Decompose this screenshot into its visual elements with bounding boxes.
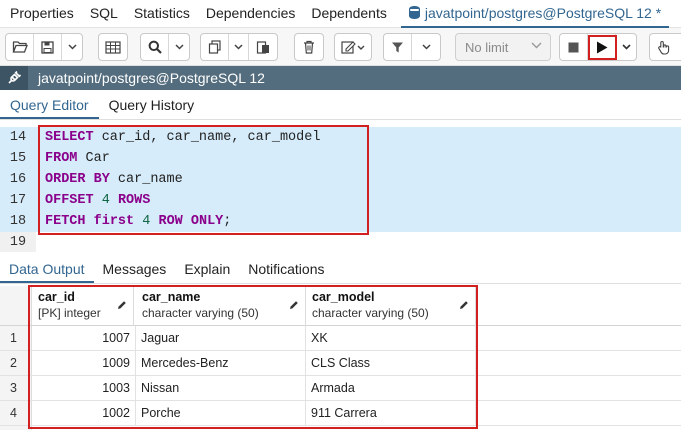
line-number: 16 — [9, 172, 27, 187]
paste-icon — [256, 41, 269, 54]
database-icon — [408, 6, 420, 19]
chevron-down-icon — [174, 44, 184, 50]
tab-messages[interactable]: Messages — [94, 261, 176, 283]
chevron-down-icon — [531, 42, 542, 49]
sql-highlight-box — [38, 125, 369, 235]
open-file-button[interactable] — [6, 34, 34, 60]
output-tabs: Data Output Messages Explain Notificatio… — [0, 258, 681, 284]
find-options-dropdown[interactable] — [169, 34, 189, 60]
tab-query-tool-label: javatpoint/postgres@PostgreSQL 12 * — [424, 4, 662, 21]
stop-icon — [568, 42, 579, 52]
chevron-down-icon — [67, 44, 77, 50]
file-group — [5, 33, 83, 61]
tab-query-history[interactable]: Query History — [99, 97, 205, 119]
paste-button[interactable] — [249, 34, 277, 60]
execute-options-dropdown[interactable] — [616, 34, 636, 60]
chevron-down-icon — [621, 44, 631, 50]
save-options-dropdown[interactable] — [62, 34, 82, 60]
results-highlight-box — [28, 285, 478, 429]
hand-pointer-icon — [658, 40, 670, 55]
edit-button[interactable] — [335, 34, 371, 60]
tab-dependencies[interactable]: Dependencies — [198, 0, 304, 28]
macro-group — [649, 33, 681, 61]
edit-data-button[interactable] — [99, 34, 127, 60]
folder-open-icon — [12, 41, 28, 53]
floppy-icon — [41, 40, 54, 54]
macro-button[interactable] — [650, 34, 678, 60]
panel-tabs: Properties SQL Statistics Dependencies D… — [0, 0, 681, 28]
code-line[interactable]: 19 — [0, 232, 681, 253]
chevron-down-icon — [421, 44, 431, 50]
query-toolbar: No limit — [0, 28, 681, 66]
filter-group — [383, 33, 441, 61]
copy-icon — [208, 40, 221, 54]
find-group — [140, 33, 190, 61]
tab-query-tool[interactable]: javatpoint/postgres@PostgreSQL 12 * — [400, 0, 670, 28]
tab-notifications[interactable]: Notifications — [239, 261, 333, 283]
execute-highlight-box — [588, 35, 617, 60]
plug-icon — [8, 70, 22, 84]
tab-properties[interactable]: Properties — [0, 0, 82, 28]
filter-button[interactable] — [384, 34, 412, 60]
trash-icon — [304, 40, 314, 54]
tab-data-output[interactable]: Data Output — [0, 261, 94, 283]
tab-statistics[interactable]: Statistics — [126, 0, 198, 28]
save-button[interactable] — [34, 34, 62, 60]
copy-options-dropdown[interactable] — [229, 34, 249, 60]
table-grid-icon — [105, 40, 121, 54]
editor-tabs: Query Editor Query History — [0, 90, 681, 120]
tab-sql[interactable]: SQL — [82, 0, 126, 28]
copy-button[interactable] — [201, 34, 229, 60]
connection-status-icon[interactable] — [0, 66, 28, 90]
edit-group — [334, 33, 372, 61]
delete-group — [294, 33, 324, 61]
stop-button[interactable] — [560, 34, 588, 60]
clipboard-group — [200, 33, 278, 61]
filter-icon — [392, 42, 403, 52]
find-button[interactable] — [141, 34, 169, 60]
grid-group — [98, 33, 128, 61]
chevron-down-icon — [234, 44, 243, 50]
line-number: 18 — [9, 214, 27, 229]
connection-label: javatpoint/postgres@PostgreSQL 12 — [38, 70, 265, 86]
line-number: 17 — [9, 193, 27, 208]
pencil-square-icon — [341, 41, 365, 54]
line-number: 15 — [9, 151, 27, 166]
tab-query-editor[interactable]: Query Editor — [0, 97, 99, 119]
row-limit-select[interactable]: No limit — [455, 33, 551, 61]
connection-bar: javatpoint/postgres@PostgreSQL 12 — [0, 66, 681, 90]
line-number: 14 — [9, 130, 27, 145]
tab-explain[interactable]: Explain — [175, 261, 239, 283]
row-limit-value: No limit — [465, 39, 509, 55]
delete-button[interactable] — [295, 34, 323, 60]
filter-options-dropdown[interactable] — [412, 34, 440, 60]
line-number: 19 — [9, 235, 27, 250]
search-icon — [148, 40, 162, 54]
tab-dependents[interactable]: Dependents — [303, 0, 395, 28]
